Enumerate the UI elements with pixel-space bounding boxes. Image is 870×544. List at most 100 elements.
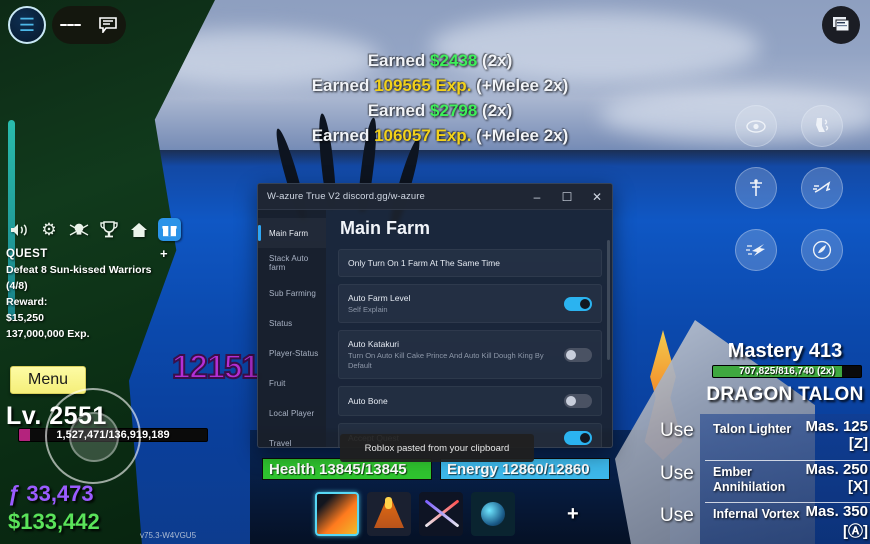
ability-key: [Ⓐ]	[843, 523, 868, 540]
window-switcher-button[interactable]	[822, 6, 860, 44]
lava-icon	[385, 497, 392, 509]
sidebar-item-travel[interactable]: Travel	[258, 428, 326, 448]
sidebar-item-main-farm[interactable]: Main Farm	[258, 218, 326, 248]
clipboard-toast: Roblox pasted from your clipboard	[340, 434, 534, 462]
option-text: Only Turn On 1 Farm At The Same Time	[348, 257, 592, 269]
earned-prefix: Earned	[311, 76, 375, 95]
earned-suffix: (+Melee 2x)	[471, 126, 569, 145]
option-title: Only Turn On 1 Farm At The Same Time	[348, 258, 500, 268]
ability-use-label[interactable]: Use	[660, 505, 694, 527]
ability-row[interactable]: Use Infernal Vortex Mas. 350 [Ⓐ]	[660, 502, 870, 544]
quest-reward-exp: 137,000,000 Exp.	[6, 328, 90, 340]
earned-suffix: (2x)	[477, 51, 513, 70]
window-titlebar[interactable]: W-azure True V2 discord.gg/w-azure – ☐ ✕	[258, 184, 612, 210]
home-icon[interactable]	[128, 219, 150, 241]
roblox-avatar-icon: ☰	[18, 15, 36, 35]
sidebar-item-local-player[interactable]: Local Player	[258, 398, 326, 428]
mastery-bar-text: 707,825/816,740 (2x)	[739, 366, 835, 377]
hamburger-menu-icon[interactable]	[59, 14, 82, 36]
hotbar-slot-swords[interactable]	[419, 492, 463, 536]
hotbar-slot-dragon-talon[interactable]	[315, 492, 359, 536]
quest-header: QUEST +	[6, 246, 168, 262]
sidebar-item-fruit[interactable]: Fruit	[258, 368, 326, 398]
option-title: Auto Farm Level	[348, 293, 411, 303]
mastery-title: Mastery 413	[727, 340, 843, 362]
maximize-button[interactable]: ☐	[552, 184, 582, 209]
close-button[interactable]: ✕	[582, 184, 612, 209]
movement-joystick[interactable]	[45, 388, 141, 484]
version-label: v75.3-W4VGU5	[140, 531, 197, 540]
script-gui-window[interactable]: W-azure True V2 discord.gg/w-azure – ☐ ✕…	[257, 183, 613, 448]
buso-haki-icon[interactable]	[735, 167, 777, 209]
toggle-auto-farm-level[interactable]	[564, 296, 592, 311]
minimize-button[interactable]: –	[522, 184, 552, 209]
sound-icon[interactable]	[8, 219, 30, 241]
option-subtitle: Turn On Auto Kill Cake Prince And Auto K…	[348, 351, 544, 370]
weapon-name: DRAGON TALON	[706, 384, 864, 405]
toggle-knob	[580, 298, 590, 309]
sidebar-item-sub-farming[interactable]: Sub Farming	[258, 278, 326, 308]
geppo-leg-icon[interactable]	[801, 105, 843, 147]
toggle-accept-quest[interactable]	[564, 431, 592, 445]
observation-eye-icon[interactable]	[735, 105, 777, 147]
earned-value: 109565 Exp.	[374, 76, 472, 95]
sidebar-item-label: Sub Farming	[269, 288, 316, 298]
window-main-panel: Main Farm Only Turn On 1 Farm At The Sam…	[326, 210, 612, 447]
sidebar-item-stack-auto-farm[interactable]: Stack Auto farm	[258, 248, 326, 278]
sidebar-item-label: Status	[269, 318, 293, 328]
trophy-icon[interactable]	[98, 219, 120, 241]
cash-value: $133,442	[8, 509, 100, 534]
toggle-auto-bone[interactable]	[564, 394, 592, 408]
roblox-avatar[interactable]: ☰	[8, 6, 46, 44]
quest-reward-money: $15,250	[6, 312, 44, 324]
hotbar-slot-orb[interactable]	[471, 492, 515, 536]
fragments-value: ƒ 33,473	[8, 481, 94, 506]
quest-panel: QUEST + Defeat 8 Sun-kissed Warriors (4/…	[6, 246, 168, 342]
ability-list: Use Talon Lighter Mas. 125 [Z] Use Ember…	[660, 418, 870, 544]
settings-gear-icon[interactable]: ⚙	[38, 219, 60, 241]
skill-icon-grid	[735, 105, 855, 285]
option-row-auto-bone[interactable]: Auto Bone	[338, 386, 602, 416]
earned-line: Earned 106057 Exp. (+Melee 2x)	[250, 123, 630, 148]
sidebar-item-label: Main Farm	[269, 228, 309, 238]
hotbar-slot-volcano[interactable]	[367, 492, 411, 536]
quest-title: QUEST	[6, 248, 48, 260]
ability-use-label[interactable]: Use	[660, 420, 694, 442]
sidebar-item-status[interactable]: Status	[258, 308, 326, 338]
ability-row[interactable]: Use Ember Annihilation Mas. 250 [X]	[660, 460, 870, 502]
chat-bubble-icon[interactable]	[97, 14, 119, 36]
ability-row[interactable]: Use Talon Lighter Mas. 125 [Z]	[660, 418, 870, 460]
earned-value: $2798	[430, 101, 478, 120]
option-title: Auto Bone	[348, 396, 388, 406]
window-controls: – ☐ ✕	[522, 184, 612, 209]
sidebar-item-label: Fruit	[269, 378, 286, 388]
toggle-knob	[580, 433, 590, 443]
game-screen: ☰ Earned $2438 (2x) Earned 109565 Exp. (…	[0, 0, 870, 544]
soru-dash-icon[interactable]	[801, 167, 843, 209]
page-title: Main Farm	[340, 218, 431, 238]
quest-expand-button[interactable]: +	[160, 246, 168, 262]
hotbar-add-button[interactable]: +	[567, 503, 579, 526]
fruit-power-icon[interactable]	[801, 229, 843, 271]
sidebar-item-label: Stack Auto farm	[269, 254, 309, 272]
earned-line: Earned 109565 Exp. (+Melee 2x)	[250, 73, 630, 98]
sidebar-item-player-status[interactable]: Player-Status	[258, 338, 326, 368]
toggle-auto-katakuri[interactable]	[564, 347, 592, 362]
option-row-auto-farm-level[interactable]: Auto Farm Level Self Explain	[338, 284, 602, 323]
option-row-auto-katakuri[interactable]: Auto Katakuri Turn On Auto Kill Cake Pri…	[338, 330, 602, 379]
earned-line: Earned $2438 (2x)	[250, 48, 630, 73]
menu-button[interactable]: Menu	[10, 366, 86, 394]
earned-line: Earned $2798 (2x)	[250, 98, 630, 123]
earned-prefix: Earned	[367, 101, 431, 120]
pirate-skull-icon[interactable]	[68, 219, 90, 241]
earned-feed: Earned $2438 (2x) Earned 109565 Exp. (+M…	[250, 48, 630, 148]
gift-icon[interactable]	[158, 218, 181, 241]
sidebar-item-label: Travel	[269, 438, 292, 448]
window-scrollbar[interactable]	[607, 240, 610, 360]
ability-use-label[interactable]: Use	[660, 463, 694, 485]
orb-icon	[481, 502, 505, 526]
flash-step-icon[interactable]	[735, 229, 777, 271]
option-row-notice: Only Turn On 1 Farm At The Same Time	[338, 249, 602, 277]
ability-name: Talon Lighter	[713, 422, 792, 436]
joystick-knob[interactable]	[69, 412, 119, 462]
